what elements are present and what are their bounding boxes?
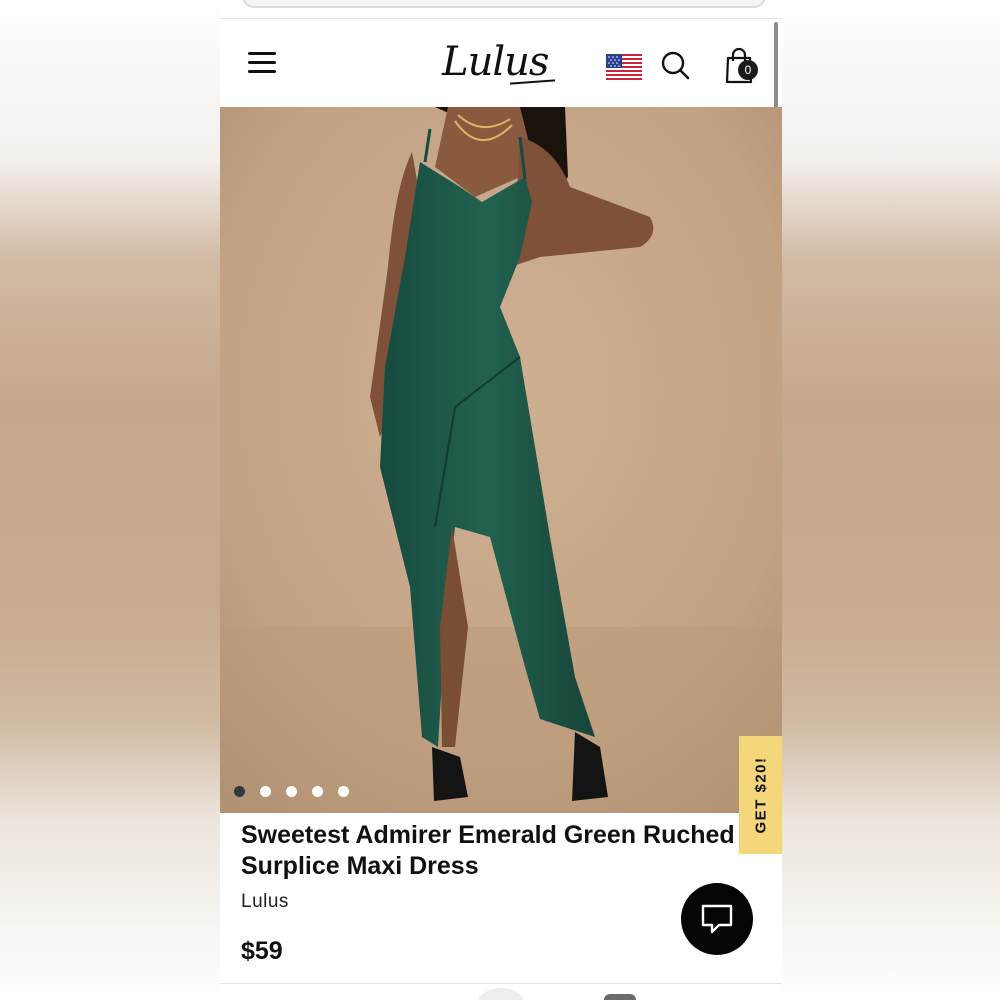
gallery-dot-1[interactable]: [234, 786, 245, 797]
gallery-dot-2[interactable]: [260, 786, 271, 797]
bottom-toolbar-tabs-button[interactable]: [604, 994, 636, 1000]
product-price: $59: [241, 937, 283, 965]
menu-button[interactable]: [248, 52, 276, 74]
divider: [220, 983, 782, 984]
bottom-toolbar-button[interactable]: [478, 988, 524, 1000]
site-header: Lulus 0: [220, 19, 782, 107]
product-title-line-2: Surplice Maxi Dress: [241, 852, 479, 880]
browser-address-bar[interactable]: [242, 0, 766, 8]
chat-bubble-icon: [701, 904, 733, 934]
product-image[interactable]: [220, 107, 782, 813]
cart-count-badge: 0: [738, 60, 758, 80]
gallery-dot-4[interactable]: [312, 786, 323, 797]
gallery-dot-3[interactable]: [286, 786, 297, 797]
search-icon[interactable]: [660, 50, 690, 80]
gallery-pagination: [234, 786, 349, 798]
product-brand[interactable]: Lulus: [241, 891, 289, 913]
gallery-dot-5[interactable]: [338, 786, 349, 797]
background-blur-right: [782, 0, 1000, 1000]
us-flag-icon[interactable]: [606, 54, 642, 80]
background-blur-left: [0, 0, 220, 1000]
product-title-line-1: Sweetest Admirer Emerald Green Ruched: [241, 821, 735, 849]
product-title: Sweetest Admirer Emerald Green Ruched Su…: [241, 820, 761, 882]
mobile-screen: Lulus 0 GET $20! Sweetest Admirer Emeral…: [220, 0, 782, 1000]
hamburger-menu-icon: [248, 52, 276, 55]
chat-button[interactable]: [681, 883, 753, 955]
product-photo-illustration: [220, 107, 782, 813]
